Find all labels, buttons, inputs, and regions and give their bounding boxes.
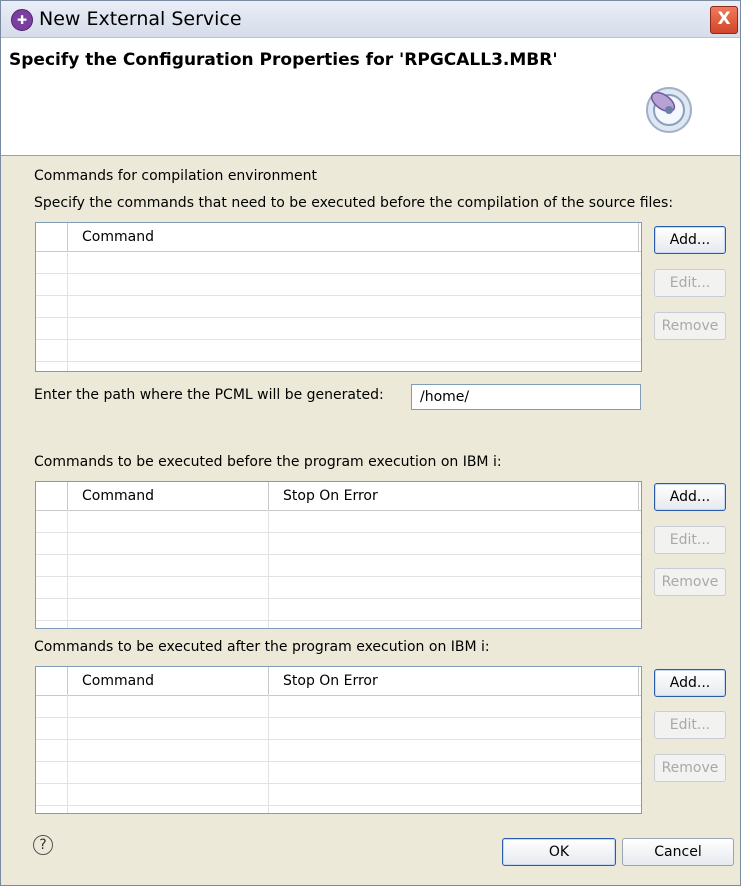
- pcml-path-input[interactable]: /home/: [411, 384, 641, 410]
- table-row[interactable]: [36, 577, 641, 599]
- table-row[interactable]: [36, 252, 641, 274]
- dialog-window: ✚ New External Service X Specify the Con…: [0, 0, 741, 886]
- before-heading: Commands to be executed before the progr…: [34, 454, 502, 470]
- table-row[interactable]: [36, 718, 641, 740]
- compile-add-button[interactable]: Add...: [654, 226, 726, 254]
- after-add-button[interactable]: Add...: [654, 669, 726, 697]
- table-row[interactable]: [36, 533, 641, 555]
- page-title: Specify the Configuration Properties for…: [9, 50, 558, 70]
- table-header: Command: [36, 223, 641, 252]
- select-column-header: [36, 223, 68, 251]
- compile-heading: Commands for compilation environment: [34, 168, 317, 184]
- compile-commands-table[interactable]: Command: [35, 222, 642, 372]
- close-button[interactable]: X: [710, 6, 738, 34]
- table-row[interactable]: [36, 555, 641, 577]
- table-header: Command Stop On Error: [36, 667, 641, 696]
- column-header-command[interactable]: Command: [68, 223, 639, 251]
- table-header: Command Stop On Error: [36, 482, 641, 511]
- window-title: New External Service: [39, 8, 242, 30]
- table-row[interactable]: [36, 274, 641, 296]
- help-icon[interactable]: ?: [33, 835, 53, 855]
- table-row[interactable]: [36, 696, 641, 718]
- table-row[interactable]: [36, 599, 641, 621]
- after-commands-table[interactable]: Command Stop On Error: [35, 666, 642, 814]
- before-add-button[interactable]: Add...: [654, 483, 726, 511]
- title-bar: ✚ New External Service X: [1, 1, 740, 38]
- table-row[interactable]: [36, 318, 641, 340]
- table-row[interactable]: [36, 740, 641, 762]
- select-column-header: [36, 667, 68, 695]
- after-edit-button[interactable]: Edit...: [654, 711, 726, 739]
- pcml-path-label: Enter the path where the PCML will be ge…: [34, 387, 384, 403]
- table-row[interactable]: [36, 511, 641, 533]
- compile-remove-button[interactable]: Remove: [654, 312, 726, 340]
- before-commands-table[interactable]: Command Stop On Error: [35, 481, 642, 629]
- table-row[interactable]: [36, 784, 641, 806]
- table-row[interactable]: [36, 340, 641, 362]
- after-heading: Commands to be executed after the progra…: [34, 639, 490, 655]
- column-header-stop-on-error[interactable]: Stop On Error: [269, 482, 639, 510]
- table-row[interactable]: [36, 762, 641, 784]
- before-edit-button[interactable]: Edit...: [654, 526, 726, 554]
- app-icon: ✚: [11, 9, 33, 31]
- wizard-header: Specify the Configuration Properties for…: [1, 38, 740, 156]
- after-remove-button[interactable]: Remove: [654, 754, 726, 782]
- column-header-command[interactable]: Command: [68, 482, 269, 510]
- wizard-graphic-icon: [646, 87, 692, 133]
- table-row[interactable]: [36, 296, 641, 318]
- compile-edit-button[interactable]: Edit...: [654, 269, 726, 297]
- compile-description: Specify the commands that need to be exe…: [34, 195, 674, 211]
- select-column-header: [36, 482, 68, 510]
- before-remove-button[interactable]: Remove: [654, 568, 726, 596]
- ok-button[interactable]: OK: [502, 838, 616, 866]
- column-header-command[interactable]: Command: [68, 667, 269, 695]
- cancel-button[interactable]: Cancel: [622, 838, 734, 866]
- column-header-stop-on-error[interactable]: Stop On Error: [269, 667, 639, 695]
